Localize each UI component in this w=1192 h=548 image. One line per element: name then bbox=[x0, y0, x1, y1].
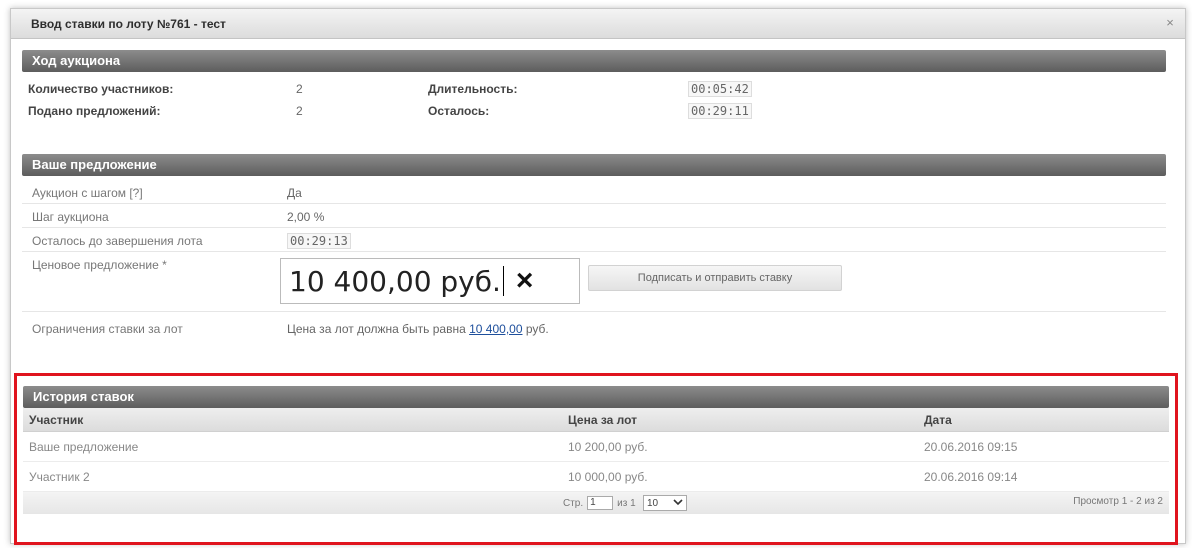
bid-limit-row: Ограничения ставки за лот Цена за лот до… bbox=[22, 312, 1166, 342]
column-date[interactable]: Дата bbox=[918, 408, 1168, 431]
pager-page: Стр. 1 из 1 bbox=[563, 496, 636, 510]
price-offer-row: Ценовое предложение * 10 400,00 руб. × П… bbox=[22, 252, 1166, 312]
participants-value: 2 bbox=[296, 82, 303, 96]
auction-step-value: 2,00 % bbox=[287, 210, 325, 224]
column-participant[interactable]: Участник bbox=[23, 408, 562, 431]
auction-step-row: Шаг аукциона 2,00 % bbox=[22, 204, 1166, 228]
per-page-value: 10 bbox=[647, 497, 659, 509]
pager-page-label: Стр. bbox=[563, 497, 584, 509]
time-left-label: Осталось до завершения лота bbox=[32, 234, 203, 248]
auction-step-label: Шаг аукциона bbox=[32, 210, 109, 224]
row-price: 10 200,00 руб. bbox=[568, 440, 648, 454]
pager-page-input[interactable]: 1 bbox=[587, 496, 614, 510]
bid-history-highlight: История ставок Участник Цена за лот Дата… bbox=[14, 373, 1178, 545]
price-offer-label: Ценовое предложение * bbox=[32, 258, 167, 272]
remaining-value: 00:29:11 bbox=[688, 103, 752, 119]
price-offer-input[interactable]: 10 400,00 руб. × bbox=[280, 258, 580, 304]
remaining-label: Осталось: bbox=[428, 104, 490, 118]
table-row[interactable]: Ваше предложение 10 200,00 руб. 20.06.20… bbox=[23, 432, 1169, 462]
your-bid-section: Ваше предложение Аукцион с шагом [?] Да … bbox=[22, 154, 1166, 336]
time-left-row: Осталось до завершения лота 00:29:13 bbox=[22, 228, 1166, 252]
pager-of-label: из 1 bbox=[617, 497, 636, 509]
text-caret bbox=[502, 266, 504, 296]
duration-value: 00:05:42 bbox=[688, 81, 752, 97]
history-pager: Стр. 1 из 1 10 Просмотр 1 - 2 из 2 bbox=[23, 492, 1169, 514]
duration-label: Длительность: bbox=[428, 82, 518, 96]
bid-limit-amount-link[interactable]: 10 400,00 bbox=[469, 322, 522, 336]
row-price: 10 000,00 руб. bbox=[568, 470, 648, 484]
step-auction-value: Да bbox=[287, 186, 302, 200]
bid-history-header: История ставок bbox=[23, 386, 1169, 408]
dialog-titlebar: Ввод ставки по лоту №761 - тест × bbox=[11, 9, 1185, 39]
bid-limit-suffix: руб. bbox=[525, 322, 549, 336]
per-page-select[interactable]: 10 bbox=[643, 495, 687, 511]
bid-limit-prefix: Цена за лот должна быть равна bbox=[287, 322, 466, 336]
row-date: 20.06.2016 09:14 bbox=[924, 470, 1018, 484]
auction-progress-section: Ход аукциона Количество участников: 2 Дл… bbox=[22, 50, 1166, 124]
step-auction-label: Аукцион с шагом [?] bbox=[32, 186, 143, 200]
bid-limit-text: Цена за лот должна быть равна 10 400,00 … bbox=[287, 322, 549, 336]
participants-label: Количество участников: bbox=[28, 82, 174, 96]
price-offer-value: 10 400,00 руб. bbox=[289, 264, 501, 298]
auction-progress-grid: Количество участников: 2 Длительность: 0… bbox=[22, 72, 1166, 124]
bid-limit-label: Ограничения ставки за лот bbox=[32, 322, 183, 336]
pager-view-info: Просмотр 1 - 2 из 2 bbox=[1073, 496, 1163, 507]
your-bid-header: Ваше предложение bbox=[22, 154, 1166, 176]
chevron-down-icon bbox=[673, 498, 683, 509]
dialog-title: Ввод ставки по лоту №761 - тест bbox=[31, 16, 226, 31]
bid-history-columns: Участник Цена за лот Дата bbox=[23, 408, 1169, 432]
sign-and-send-button[interactable]: Подписать и отправить ставку bbox=[588, 265, 842, 291]
offers-label: Подано предложений: bbox=[28, 104, 161, 118]
column-price[interactable]: Цена за лот bbox=[562, 408, 918, 431]
time-left-value: 00:29:13 bbox=[287, 233, 351, 249]
offers-value: 2 bbox=[296, 104, 303, 118]
auction-progress-header: Ход аукциона bbox=[22, 50, 1166, 72]
step-auction-row: Аукцион с шагом [?] Да bbox=[22, 180, 1166, 204]
clear-icon[interactable]: × bbox=[516, 266, 534, 296]
row-participant: Участник 2 bbox=[29, 470, 90, 484]
row-participant: Ваше предложение bbox=[29, 440, 139, 454]
table-row[interactable]: Участник 2 10 000,00 руб. 20.06.2016 09:… bbox=[23, 462, 1169, 492]
row-date: 20.06.2016 09:15 bbox=[924, 440, 1018, 454]
close-icon[interactable]: × bbox=[1163, 16, 1177, 30]
bid-history-section: История ставок Участник Цена за лот Дата… bbox=[17, 376, 1175, 514]
